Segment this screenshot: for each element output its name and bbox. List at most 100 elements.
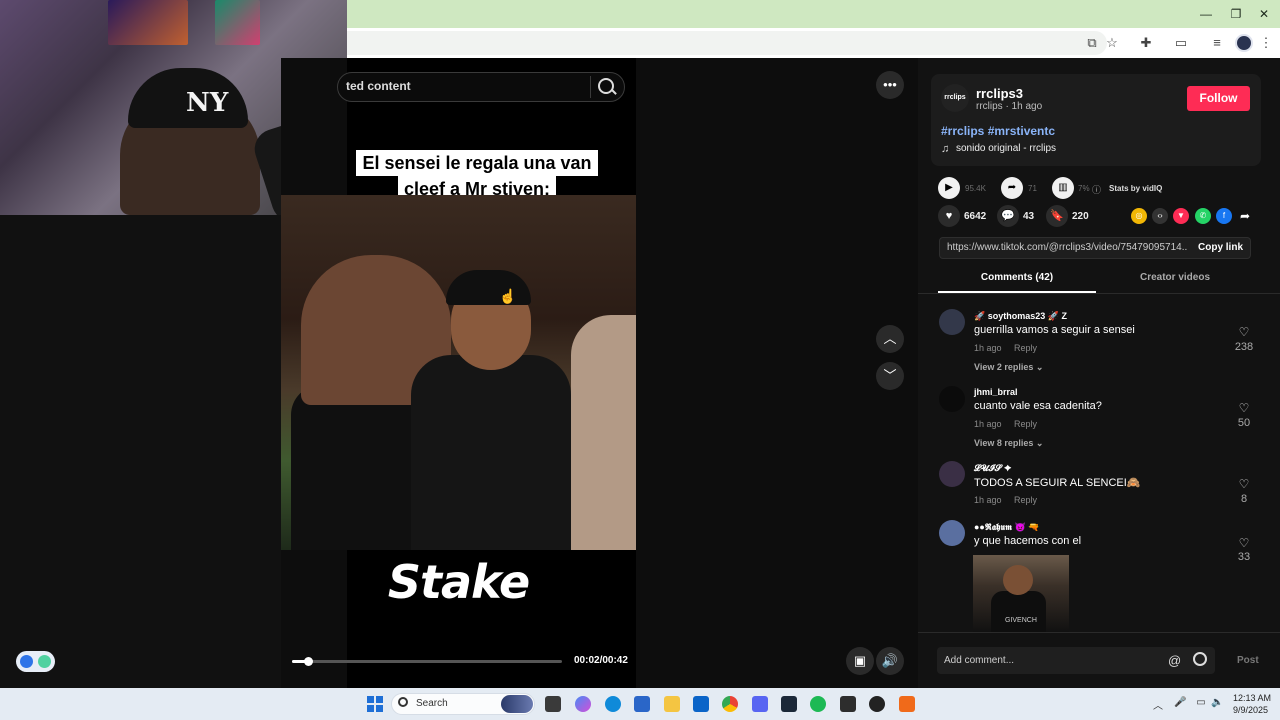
miniplayer-button[interactable]: ▣ <box>846 647 874 675</box>
commenter-avatar[interactable] <box>939 520 965 546</box>
clock-time[interactable]: 12:13 AM <box>1233 693 1271 703</box>
image-person-head <box>1003 565 1033 595</box>
post-button[interactable]: Post <box>1237 655 1259 666</box>
profile-avatar[interactable] <box>1235 34 1253 52</box>
close-window-button[interactable]: ✕ <box>1252 4 1276 24</box>
whatsapp-icon[interactable]: ✆ <box>1195 208 1211 224</box>
browser-menu-icon[interactable]: ⋮ <box>1257 34 1275 52</box>
volume-button[interactable]: 🔊 <box>876 647 904 675</box>
terminal-icon[interactable] <box>840 696 856 712</box>
minimize-button[interactable]: — <box>1194 4 1218 24</box>
commenter-avatar[interactable] <box>939 309 965 335</box>
info-icon[interactable]: ⓘ <box>1092 183 1101 196</box>
extension-dot-icon <box>20 655 33 668</box>
video-frame[interactable] <box>281 195 636 550</box>
person-shirt <box>411 355 571 550</box>
discord-icon[interactable] <box>752 696 768 712</box>
stats-by-vidiq[interactable]: Stats by vidIQ <box>1109 184 1162 193</box>
install-app-icon[interactable]: ⧉ <box>1083 34 1101 52</box>
bar-chart-icon[interactable]: ▥ <box>1052 177 1074 199</box>
extension-badge[interactable] <box>16 651 55 672</box>
view-replies-button[interactable]: View 8 replies ⌄ <box>974 438 1043 449</box>
reply-button[interactable]: Reply <box>1014 343 1037 353</box>
hashtags-link[interactable]: #rrclips #mrstiventc <box>941 124 1055 138</box>
tab-comments[interactable]: Comments (42) <box>938 272 1096 283</box>
person-arm <box>571 315 636 550</box>
comment-icon[interactable]: 💬 <box>997 205 1019 227</box>
speaker-icon[interactable]: 🔈 <box>1211 697 1223 709</box>
comment-heart-icon[interactable]: ♡ <box>1237 536 1251 550</box>
comment-username[interactable]: 🚀 soythomas23 🚀 Z <box>974 311 1067 322</box>
comment-username[interactable]: ●●𝕽𝖆𝖍𝖚𝖒 👿 🔫 <box>974 522 1039 533</box>
embed-icon[interactable]: ‹› <box>1152 208 1168 224</box>
steam-icon[interactable] <box>781 696 797 712</box>
store-icon[interactable] <box>634 696 650 712</box>
task-view-icon[interactable] <box>545 696 561 712</box>
person-cap <box>446 270 531 305</box>
tab-creator-videos[interactable]: Creator videos <box>1096 272 1254 283</box>
tray-overflow-icon[interactable]: ︿ <box>1153 697 1163 712</box>
obs-icon[interactable] <box>869 696 885 712</box>
wall-poster <box>215 0 260 45</box>
view-replies-button[interactable]: View 2 replies ⌄ <box>974 362 1043 373</box>
image-shirt-text: GIVENCH <box>1005 617 1037 624</box>
search-icon[interactable] <box>598 78 614 94</box>
video-progress-bar[interactable] <box>292 657 562 666</box>
browser-titlebar: — ❐ ✕ <box>347 0 1280 28</box>
author-handle[interactable]: rrclips3 <box>976 86 1023 101</box>
commenter-avatar[interactable] <box>939 386 965 412</box>
send-to-friend-icon[interactable]: ▼ <box>1173 208 1189 224</box>
copilot-icon[interactable] <box>575 696 591 712</box>
comment-username[interactable]: jhmi_brral <box>974 387 1018 397</box>
search-icon <box>398 697 408 707</box>
emoji-icon[interactable] <box>1193 652 1207 666</box>
windows-start-icon[interactable] <box>367 696 383 712</box>
follow-button[interactable]: Follow <box>1187 86 1250 111</box>
video-time: 00:02/00:42 <box>574 655 628 666</box>
share-more-icon[interactable]: ➦ <box>1237 208 1253 224</box>
cast-icon[interactable]: ▭ <box>1172 34 1190 52</box>
facebook-icon[interactable]: f <box>1216 208 1232 224</box>
address-bar[interactable] <box>347 31 1107 55</box>
restore-button[interactable]: ❐ <box>1224 4 1248 24</box>
file-explorer-icon[interactable] <box>664 696 680 712</box>
comment-image[interactable]: GIVENCH <box>973 555 1069 632</box>
comment-heart-icon[interactable]: ♡ <box>1237 325 1251 339</box>
tab-divider <box>918 293 1280 294</box>
search-input[interactable]: ted content <box>346 79 411 93</box>
comment-time: 1h ago <box>974 343 1002 353</box>
music-link[interactable]: sonido original - rrclips <box>956 143 1056 154</box>
network-icon[interactable]: ▭ <box>1195 697 1207 709</box>
bookmark-icon[interactable]: 🔖 <box>1046 205 1068 227</box>
clock-date[interactable]: 9/9/2025 <box>1233 705 1268 715</box>
edge-icon[interactable] <box>605 696 621 712</box>
comment-heart-icon[interactable]: ♡ <box>1237 477 1251 491</box>
comment-time: 1h ago <box>974 419 1002 429</box>
outlook-icon[interactable] <box>693 696 709 712</box>
media-controls-icon[interactable]: ≡ <box>1208 34 1226 52</box>
reply-button[interactable]: Reply <box>1014 419 1037 429</box>
microphone-icon[interactable]: 🎤 <box>1174 697 1186 709</box>
previous-video-button[interactable]: ︿ <box>876 325 904 353</box>
more-options-button[interactable]: ••• <box>876 71 904 99</box>
reply-button[interactable]: Reply <box>1014 495 1037 505</box>
next-video-button[interactable]: ﹀ <box>876 362 904 390</box>
extension-dot-icon <box>38 655 51 668</box>
extensions-icon[interactable]: ✚ <box>1137 34 1155 52</box>
copy-link-button[interactable]: Copy link <box>1198 242 1243 253</box>
commenter-avatar[interactable] <box>939 461 965 487</box>
app-icon[interactable] <box>899 696 915 712</box>
author-avatar[interactable]: rrclips <box>941 84 969 112</box>
share-arrow-icon[interactable]: ➦ <box>1001 177 1023 199</box>
spotify-icon[interactable] <box>810 696 826 712</box>
play-icon[interactable]: ▶ <box>938 177 960 199</box>
video-url[interactable]: https://www.tiktok.com/@rrclips3/video/7… <box>947 242 1187 253</box>
heart-icon[interactable]: ♥ <box>938 205 960 227</box>
search-divider <box>590 76 591 98</box>
comment-heart-icon[interactable]: ♡ <box>1237 401 1251 415</box>
bookmark-star-icon[interactable]: ☆ <box>1103 34 1121 52</box>
coin-icon[interactable]: ◎ <box>1131 208 1147 224</box>
comment-username[interactable]: 𝓛𝓤𝓘𝓢 ✦ <box>974 463 1011 474</box>
chrome-icon[interactable] <box>722 696 738 712</box>
mention-icon[interactable]: @ <box>1168 653 1181 668</box>
